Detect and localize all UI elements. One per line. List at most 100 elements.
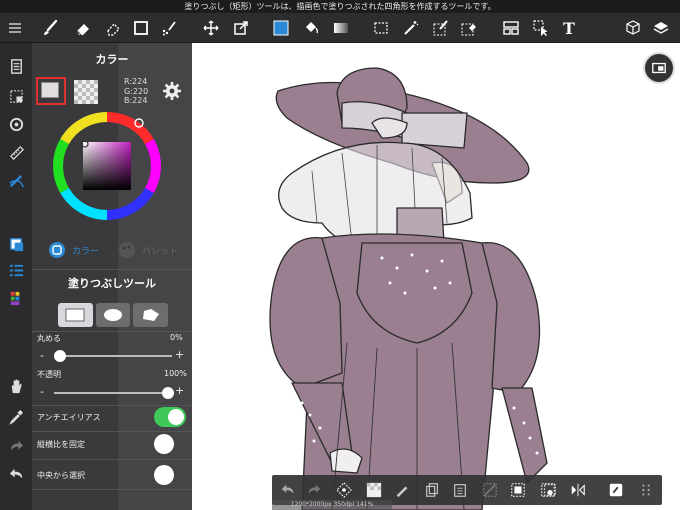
eraser-icon[interactable] [70,13,96,43]
move-icon[interactable] [198,13,224,43]
antialias-toggle[interactable] [154,407,186,427]
paste-icon[interactable] [450,480,470,500]
tab-color-label: カラー [72,246,100,257]
foreground-color [41,82,59,98]
color-tab-icon [49,242,65,258]
from-center-toggle[interactable] [154,465,174,485]
panel-divider [32,331,192,332]
pages-icon[interactable] [3,53,29,79]
palette-tab-icon [119,242,135,258]
eyedropper-icon[interactable] [3,403,29,429]
r-value: R:224 [124,77,148,86]
navigator-button[interactable] [643,52,675,84]
undo-icon[interactable] [3,461,29,487]
select-pen-icon[interactable] [428,13,454,43]
left-sidebar [0,43,32,510]
status-bar-text: 塗りつぶし（矩形）ツールは、描画色で塗りつぶされた四角形を作成するツールです。 [184,2,496,11]
copy-icon[interactable] [422,480,442,500]
foreground-color-swatch[interactable] [36,77,66,105]
background-transparent-swatch[interactable] [74,80,98,104]
fill-bucket-icon[interactable] [298,13,324,43]
rect-shape-button[interactable] [58,303,93,327]
color-panel-title: カラー [95,53,129,66]
rectangle-icon [65,308,85,322]
undo-icon[interactable] [278,480,298,500]
gear-icon[interactable] [162,81,182,101]
transform-icon[interactable] [334,480,354,500]
ruler-icon[interactable] [3,139,29,165]
magic-wand-icon[interactable] [398,13,424,43]
gradient-icon[interactable] [328,13,354,43]
layers-icon[interactable] [648,13,674,43]
opacity-slider-track[interactable] [54,392,172,394]
text-icon[interactable]: T [556,13,582,43]
navigator-icon [652,62,666,74]
operation-icon[interactable] [528,13,554,43]
keep-ratio-toggle[interactable] [154,434,174,454]
fill-swatch-icon[interactable] [364,480,384,500]
selection-icon[interactable] [3,83,29,109]
round-minus-button[interactable]: - [40,349,44,362]
hand-icon[interactable] [3,373,29,399]
round-slider-track[interactable] [54,355,172,357]
round-slider-knob[interactable] [54,350,66,362]
layer-palette-icon[interactable] [3,285,29,311]
b-value: B:224 [124,96,148,105]
opacity-label: 不透明 [37,370,61,379]
snapshot-icon[interactable] [540,480,560,500]
redo-icon[interactable] [3,433,29,459]
select-eraser-icon[interactable] [456,13,482,43]
from-center-label: 中央から選択 [37,471,85,480]
rotate-icon[interactable] [3,111,29,137]
round-value: 0% [170,333,183,342]
tool-panel-title: 塗りつぶしツール [67,277,157,290]
rectangle-shape-icon[interactable] [128,13,154,43]
round-plus-button[interactable]: + [175,348,184,361]
snap-icon[interactable] [3,167,29,193]
brush-list-icon[interactable] [3,257,29,283]
tab-color[interactable]: カラー [48,233,99,267]
side-panel: カラー R:224 G:220 B:224 カラー パレット 塗りつぶしツール … [32,43,192,510]
flip-icon[interactable] [568,480,588,500]
svg-text:T: T [563,19,575,37]
panel-divider [32,459,192,460]
blur-icon[interactable] [100,13,126,43]
clear-icon[interactable] [480,480,500,500]
opacity-plus-button[interactable]: + [175,384,184,397]
dot-pen-icon[interactable] [156,13,182,43]
g-value: G:220 [124,86,149,96]
frame-icon[interactable] [498,13,524,43]
pen-icon[interactable] [392,480,412,500]
opacity-minus-button[interactable]: - [40,385,44,398]
rgb-readout: R:224 G:220 B:224 [124,77,148,106]
ellipse-icon [104,309,122,321]
invert-icon[interactable] [508,480,528,500]
materials-icon[interactable] [620,13,646,43]
color-wheel[interactable] [52,111,162,221]
select-rect-icon[interactable] [368,13,394,43]
brush-icon[interactable] [38,13,64,43]
redo-icon[interactable] [304,480,324,500]
antialias-label: アンチエイリアス [37,413,101,422]
color-panel-icon[interactable] [3,231,29,257]
round-label: 丸める [37,334,61,343]
polygon-shape-button[interactable] [133,303,169,327]
shape-selector [58,303,169,327]
keep-ratio-label: 縦横比を固定 [37,440,85,449]
more-icon[interactable] [636,480,656,500]
tab-palette[interactable]: パレット [118,233,178,267]
panel-divider [32,405,192,406]
opacity-value: 100% [164,369,187,378]
color-tabs: カラー パレット [32,233,192,267]
ellipse-shape-button[interactable] [95,303,131,327]
transform-icon[interactable] [228,13,254,43]
edit-icon[interactable] [606,480,626,500]
panel-divider [32,431,192,432]
opacity-slider-knob[interactable] [162,387,174,399]
menu-icon[interactable] [2,13,28,43]
polygon-icon [142,309,159,321]
drawing-canvas[interactable] [192,43,680,510]
color-swatch-icon[interactable] [268,13,294,43]
illustration [269,67,548,510]
status-bar: 塗りつぶし（矩形）ツールは、描画色で塗りつぶされた四角形を作成するツールです。 [0,0,680,13]
